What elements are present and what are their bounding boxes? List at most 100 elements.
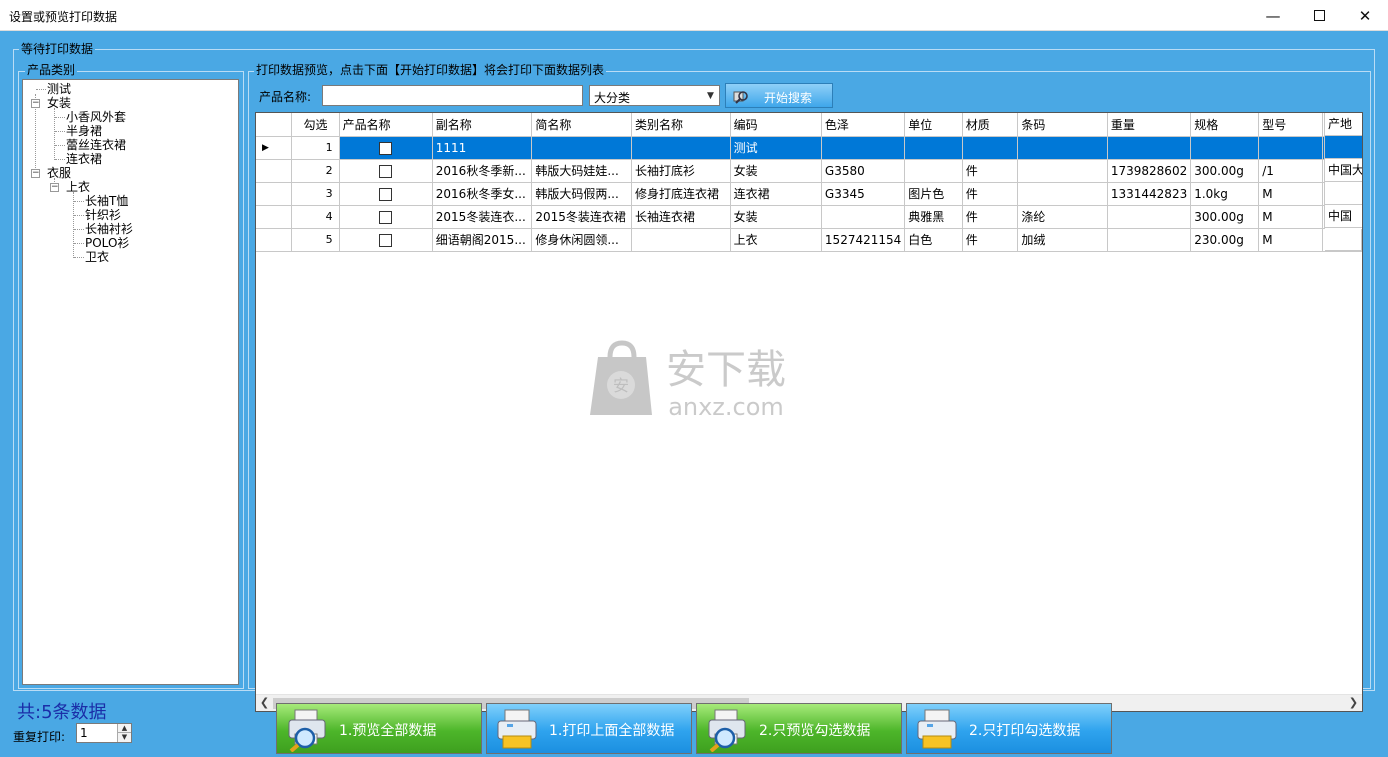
- column-header[interactable]: 副名称: [432, 113, 533, 137]
- row-checkbox[interactable]: [379, 210, 393, 224]
- tree-node[interactable]: 长袖T恤: [85, 194, 128, 208]
- column-header[interactable]: 规格: [1190, 113, 1260, 137]
- column-header[interactable]: 类别名称: [631, 113, 731, 137]
- cell-material[interactable]: [1017, 182, 1108, 206]
- cell-checkbox[interactable]: [339, 228, 433, 252]
- cell-subname[interactable]: 修身休闲圆领...: [531, 228, 632, 252]
- column-header[interactable]: 产地: [1325, 113, 1362, 136]
- category-tree[interactable]: − − − 测试 女装 小香风外套 半身裙 蕾丝连衣裙 连衣裙 衣服 上衣 长袖…: [22, 79, 239, 685]
- cell-subname[interactable]: 2015冬装连衣裙: [531, 205, 632, 229]
- cell-category[interactable]: 连衣裙: [730, 182, 822, 206]
- table-row[interactable]: 4 2015冬装连衣... 2015冬装连衣裙 长袖连衣裙 女装 典雅黑 件 涤…: [256, 205, 1362, 229]
- cell-color[interactable]: 图片色: [904, 182, 963, 206]
- cell-code[interactable]: G3580: [821, 159, 906, 183]
- row-checkbox[interactable]: [379, 164, 393, 178]
- cell-checkbox[interactable]: [339, 205, 433, 229]
- cell-spec[interactable]: M: [1258, 205, 1324, 229]
- cell-unit[interactable]: [962, 136, 1019, 160]
- cell-short[interactable]: 修身打底连衣裙: [631, 182, 731, 206]
- tree-node[interactable]: 长袖衬衫: [85, 222, 133, 236]
- cell-code[interactable]: 1527421154: [821, 228, 906, 252]
- cell-category[interactable]: 上衣: [730, 228, 822, 252]
- cell-barcode[interactable]: [1107, 228, 1192, 252]
- cell-code[interactable]: G3345: [821, 182, 906, 206]
- column-header[interactable]: 产品名称: [339, 113, 433, 137]
- cell-barcode[interactable]: [1107, 205, 1192, 229]
- cell-short[interactable]: [631, 136, 731, 160]
- cell-origin[interactable]: [1325, 136, 1362, 159]
- cell-subname[interactable]: 韩版大码假两...: [531, 182, 632, 206]
- tree-node[interactable]: 蕾丝连衣裙: [66, 138, 126, 152]
- cell-short[interactable]: [631, 228, 731, 252]
- start-search-button[interactable]: 开始搜索: [725, 83, 833, 108]
- cell-material[interactable]: 涤纶: [1017, 205, 1108, 229]
- tree-node[interactable]: 测试: [47, 82, 71, 96]
- cell-color[interactable]: [904, 159, 963, 183]
- preview-checked-button[interactable]: 2.只预览勾选数据: [696, 703, 902, 754]
- cell-checkbox[interactable]: [339, 182, 433, 206]
- table-row[interactable]: 3 2016秋冬季女... 韩版大码假两... 修身打底连衣裙 连衣裙 G334…: [256, 182, 1362, 206]
- column-header[interactable]: 条码: [1017, 113, 1108, 137]
- cell-barcode[interactable]: 1331442823: [1107, 182, 1192, 206]
- cell-barcode[interactable]: 1739828602: [1107, 159, 1192, 183]
- cell-subname[interactable]: 韩版大码娃娃...: [531, 159, 632, 183]
- column-header[interactable]: 勾选: [291, 113, 340, 137]
- cell-material[interactable]: [1017, 136, 1108, 160]
- collapse-toggle[interactable]: −: [50, 183, 59, 192]
- table-row[interactable]: ▶ 1 1111 测试: [256, 136, 1362, 160]
- repeat-print-value[interactable]: 1: [80, 726, 88, 740]
- tree-node[interactable]: POLO衫: [85, 236, 129, 250]
- cell-category[interactable]: 女装: [730, 159, 822, 183]
- tree-node[interactable]: 连衣裙: [66, 152, 102, 166]
- table-row[interactable]: 5 细语朝阁2015... 修身休闲圆领... 上衣 1527421154 白色…: [256, 228, 1362, 252]
- column-header[interactable]: 型号: [1258, 113, 1324, 137]
- scroll-left-icon[interactable]: ❮: [256, 695, 273, 711]
- print-all-button[interactable]: 1.打印上面全部数据: [486, 703, 692, 754]
- column-header[interactable]: 简名称: [531, 113, 632, 137]
- tree-node[interactable]: 针织衫: [85, 208, 121, 222]
- cell-barcode[interactable]: [1107, 136, 1192, 160]
- collapse-toggle[interactable]: −: [31, 169, 40, 178]
- maximize-button[interactable]: [1296, 0, 1342, 31]
- column-header[interactable]: 编码: [730, 113, 822, 137]
- cell-unit[interactable]: 件: [962, 159, 1019, 183]
- cell-unit[interactable]: 件: [962, 205, 1019, 229]
- preview-all-button[interactable]: 1.预览全部数据: [276, 703, 482, 754]
- cell-short[interactable]: 长袖打底衫: [631, 159, 731, 183]
- chevron-down-icon[interactable]: ▼: [702, 86, 719, 105]
- scroll-right-icon[interactable]: ❯: [1345, 695, 1362, 711]
- cell-category[interactable]: 测试: [730, 136, 822, 160]
- column-header[interactable]: 材质: [962, 113, 1019, 137]
- cell-short[interactable]: 长袖连衣裙: [631, 205, 731, 229]
- cell-color[interactable]: 典雅黑: [904, 205, 963, 229]
- collapse-toggle[interactable]: −: [31, 99, 40, 108]
- cell-code[interactable]: [821, 205, 906, 229]
- increment-icon[interactable]: ▲: [117, 724, 131, 733]
- tree-node[interactable]: 半身裙: [66, 124, 102, 138]
- cell-unit[interactable]: 件: [962, 228, 1019, 252]
- cell-weight[interactable]: 300.00g: [1190, 205, 1260, 229]
- row-checkbox[interactable]: [379, 141, 393, 155]
- cell-unit[interactable]: 件: [962, 182, 1019, 206]
- data-grid[interactable]: 勾选 产品名称 副名称 简名称 类别名称 编码 色泽 单位 材质 条码 重量 规…: [255, 112, 1363, 712]
- cell-origin[interactable]: 中国大: [1325, 159, 1362, 182]
- cell-spec[interactable]: M: [1258, 228, 1324, 252]
- cell-origin[interactable]: [1325, 182, 1362, 205]
- row-checkbox[interactable]: [379, 187, 393, 201]
- column-header[interactable]: 单位: [904, 113, 963, 137]
- product-name-input[interactable]: [322, 85, 583, 106]
- repeat-print-stepper[interactable]: 1 ▲ ▼: [76, 723, 132, 743]
- cell-color[interactable]: [904, 136, 963, 160]
- tree-node[interactable]: 女装: [47, 96, 71, 110]
- tree-node[interactable]: 卫衣: [85, 250, 109, 264]
- tree-node[interactable]: 衣服: [47, 166, 71, 180]
- category-select[interactable]: 大分类 ▼: [589, 85, 720, 106]
- close-button[interactable]: ✕: [1342, 0, 1388, 31]
- cell-material[interactable]: [1017, 159, 1108, 183]
- print-checked-button[interactable]: 2.只打印勾选数据: [906, 703, 1112, 754]
- cell-product[interactable]: 2015冬装连衣...: [432, 205, 533, 229]
- cell-weight[interactable]: 230.00g: [1190, 228, 1260, 252]
- cell-weight[interactable]: 1.0kg: [1190, 182, 1260, 206]
- column-header[interactable]: 重量: [1107, 113, 1192, 137]
- table-row[interactable]: 2 2016秋冬季新... 韩版大码娃娃... 长袖打底衫 女装 G3580 件…: [256, 159, 1362, 183]
